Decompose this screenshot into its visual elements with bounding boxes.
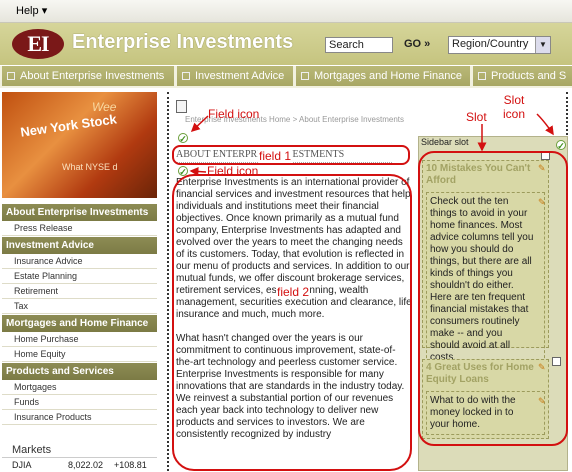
annotation-arrows [189,113,554,176]
